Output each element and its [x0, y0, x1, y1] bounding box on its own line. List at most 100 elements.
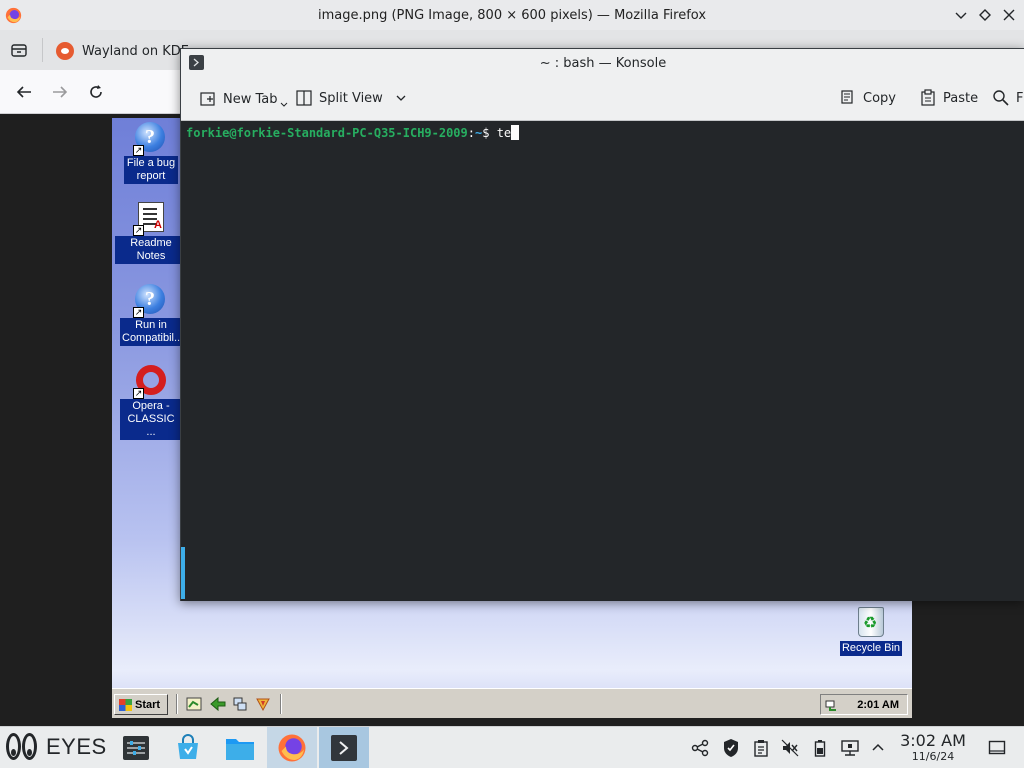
- terminal-area[interactable]: forkie@forkie-Standard-PC-Q35-ICH9-2009:…: [181, 121, 1024, 601]
- konsole-app-icon[interactable]: [189, 55, 204, 70]
- win2000-clock: 2:01 AM: [857, 698, 899, 711]
- back-arrow-icon[interactable]: [210, 696, 226, 712]
- tab-separator: [42, 38, 43, 62]
- paste-button[interactable]: Paste: [919, 89, 978, 107]
- konsole-toolbar: New Tab Split View Copy Paste F: [181, 77, 1024, 121]
- desktop-icon-opera[interactable]: ↗ Opera -CLASSIC ...: [115, 365, 187, 440]
- desktop-icon-run-compat[interactable]: ? ↗ Run in Compatibil...: [115, 284, 187, 346]
- desktop-icon-label: Recycle Bin: [839, 641, 903, 656]
- help-icon: ? ↗: [133, 284, 167, 318]
- close-button[interactable]: [1002, 6, 1016, 24]
- firefox-icon: [278, 734, 306, 762]
- chevron-down-icon: [955, 12, 967, 19]
- diamond-icon: [979, 9, 991, 21]
- konsole-window: ~ : bash — Konsole New Tab Split View Co…: [180, 48, 1024, 601]
- find-label: F: [1016, 90, 1024, 106]
- eyes-icon: [6, 732, 40, 762]
- battery-tray[interactable]: [810, 738, 830, 758]
- clipboard-icon: [754, 740, 768, 757]
- window-controls: [954, 6, 1016, 24]
- show-desktop-button[interactable]: [987, 738, 1007, 758]
- discover-store-icon: [178, 734, 198, 759]
- win2000-taskbar: Start 2:01 AM: [112, 688, 912, 718]
- start-label: Start: [135, 698, 161, 711]
- maximize-button[interactable]: [978, 6, 992, 24]
- tray-expander[interactable]: [868, 738, 888, 758]
- clipboard-tray[interactable]: [751, 738, 771, 758]
- typed-command: te: [496, 126, 512, 140]
- search-icon: [993, 90, 1009, 106]
- win2000-system-tray: 2:01 AM: [820, 694, 908, 715]
- taskbar-konsole[interactable]: [319, 727, 369, 768]
- system-settings-icon: [123, 736, 149, 760]
- shield-icon: [724, 739, 738, 757]
- focus-indicator: [181, 547, 185, 599]
- speaker-muted-icon: [781, 739, 799, 757]
- find-button[interactable]: F: [992, 89, 1023, 107]
- split-view-button[interactable]: Split View: [295, 89, 407, 107]
- chevron-down-icon: [280, 102, 287, 107]
- terminal-icon: [331, 735, 357, 761]
- paste-icon: [921, 89, 935, 106]
- prompt-dollar: $: [482, 126, 497, 140]
- taskbar-discover[interactable]: [163, 727, 213, 768]
- konsole-titlebar: ~ : bash — Konsole: [181, 49, 1024, 77]
- tab-label: Wayland on KDE: [82, 43, 189, 59]
- new-tab-icon: [200, 92, 215, 106]
- network-icon[interactable]: [232, 696, 248, 712]
- panel-clock[interactable]: 3:02 AM 11/6/24: [890, 731, 976, 763]
- share-icon: [691, 739, 709, 757]
- chevron-down-icon: [396, 95, 406, 101]
- new-tab-button[interactable]: New Tab: [199, 89, 288, 109]
- desktop-icon-readme-notes[interactable]: ↗ Readme Notes: [115, 202, 187, 264]
- new-tab-label: New Tab: [223, 91, 278, 107]
- clock-date: 11/6/24: [911, 750, 955, 763]
- copy-label: Copy: [863, 90, 896, 106]
- window-title: image.png (PNG Image, 800 × 600 pixels) …: [317, 7, 707, 23]
- forward-button[interactable]: [50, 82, 70, 102]
- chevron-up-icon: [872, 743, 884, 751]
- reload-button[interactable]: [86, 82, 106, 102]
- firefox-logo-icon: [5, 7, 22, 24]
- split-view-label: Split View: [319, 90, 383, 106]
- clock-time: 3:02 AM: [900, 731, 966, 750]
- arrow-left-icon: [16, 86, 31, 98]
- desktop-icon-file-bug[interactable]: ? ↗ File a bug report: [115, 122, 187, 184]
- eyes-widget[interactable]: EYES: [6, 732, 107, 762]
- kde-connect-tray[interactable]: [690, 738, 710, 758]
- close-icon: [1003, 9, 1015, 21]
- show-desktop-icon[interactable]: [186, 696, 202, 712]
- volume-tray[interactable]: [780, 738, 800, 758]
- media-player-icon[interactable]: [255, 696, 271, 712]
- prompt-separator: :: [467, 126, 475, 140]
- network-tray-icon[interactable]: [825, 698, 839, 712]
- taskbar-firefox[interactable]: [267, 727, 317, 768]
- desktop-icon-label: Readme Notes: [115, 236, 187, 264]
- eyes-label: EYES: [46, 734, 107, 759]
- network-tray[interactable]: [840, 738, 860, 758]
- copy-icon: [841, 90, 853, 104]
- security-tray[interactable]: [721, 738, 741, 758]
- folder-icon: [226, 739, 254, 760]
- taskbar-system-settings[interactable]: [111, 727, 161, 768]
- back-button[interactable]: [14, 82, 34, 102]
- show-desktop-icon: [988, 740, 1006, 755]
- desktop-icon-recycle-bin[interactable]: Recycle Bin: [835, 607, 907, 656]
- firefox-titlebar: image.png (PNG Image, 800 × 600 pixels) …: [0, 0, 1024, 30]
- reddit-favicon-icon: [56, 42, 74, 60]
- split-view-icon: [296, 90, 312, 106]
- help-icon: ? ↗: [133, 122, 167, 156]
- battery-icon: [814, 740, 826, 757]
- terminal-icon: [193, 58, 199, 67]
- windows-logo-icon: [119, 698, 132, 711]
- copy-button[interactable]: Copy: [839, 89, 896, 107]
- tab-list-icon[interactable]: [10, 41, 28, 59]
- konsole-title: ~ : bash — Konsole: [539, 55, 667, 71]
- desktop-icon-label: Opera -CLASSIC ...: [120, 399, 182, 440]
- opera-icon: ↗: [133, 365, 167, 399]
- notepad-icon: ↗: [133, 202, 167, 236]
- minimize-button[interactable]: [954, 6, 968, 24]
- text-cursor: [511, 125, 520, 140]
- start-button[interactable]: Start: [114, 694, 168, 715]
- taskbar-dolphin[interactable]: [215, 727, 265, 768]
